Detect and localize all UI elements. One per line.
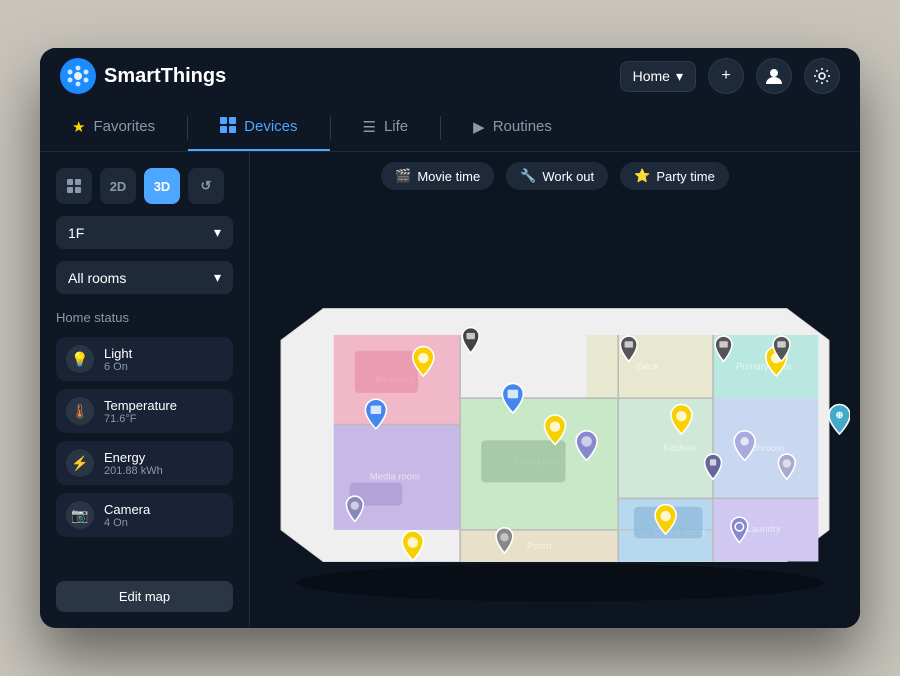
devices-label: Devices <box>244 118 297 135</box>
app-name: SmartThings <box>104 65 226 88</box>
svg-text:Kitchen: Kitchen <box>664 443 696 454</box>
home-selector[interactable]: Home ▾ <box>620 61 696 92</box>
light-label: Light <box>104 346 132 361</box>
energy-text: Energy 201.88 kWh <box>104 450 163 477</box>
status-item-light[interactable]: 💡 Light 6 On <box>56 337 233 381</box>
grid-view-btn[interactable] <box>56 168 92 204</box>
nav-tabs: ★ Favorites Devices ☰ Life <box>40 104 860 152</box>
floor-map-container: Media room Bedroom Living room Porch Din… <box>250 200 860 628</box>
floor-selector[interactable]: 1F ▾ <box>56 216 233 249</box>
status-item-camera[interactable]: 📷 Camera 4 On <box>56 493 233 537</box>
edit-map-button[interactable]: Edit map <box>56 581 233 612</box>
movie-icon: 🎬 <box>395 168 411 184</box>
status-item-temperature[interactable]: 🌡 Temperature 71.6°F <box>56 389 233 433</box>
map-area: 🎬 Movie time 🔧 Work out ⭐ Party time <box>250 152 860 628</box>
tab-favorites[interactable]: ★ Favorites <box>40 104 187 151</box>
devices-icon <box>220 117 236 137</box>
sidebar: 2D 3D ↺ 1F ▾ All rooms ▾ <box>40 152 250 628</box>
energy-label: Energy <box>104 450 163 465</box>
2d-label: 2D <box>110 179 127 194</box>
favorites-icon: ★ <box>72 118 85 136</box>
movie-label: Movie time <box>417 169 480 184</box>
room-selector[interactable]: All rooms ▾ <box>56 261 233 294</box>
add-button[interactable]: + <box>708 58 744 94</box>
quick-modes: 🎬 Movie time 🔧 Work out ⭐ Party time <box>250 152 860 200</box>
tab-routines[interactable]: ▶ Routines <box>441 104 584 151</box>
tv-screen: SmartThings Home ▾ + <box>40 48 860 628</box>
workout-icon: 🔧 <box>520 168 536 184</box>
floor-value: 1F <box>68 225 84 241</box>
floor-map: Media room Bedroom Living room Porch Din… <box>260 224 850 604</box>
header: SmartThings Home ▾ + <box>40 48 860 104</box>
party-icon: ⭐ <box>634 168 650 184</box>
profile-button[interactable] <box>756 58 792 94</box>
history-icon: ↺ <box>201 178 212 194</box>
settings-button[interactable] <box>804 58 840 94</box>
party-label: Party time <box>656 169 715 184</box>
work-out-btn[interactable]: 🔧 Work out <box>506 162 608 190</box>
view-controls: 2D 3D ↺ <box>56 168 233 204</box>
header-right: Home ▾ + <box>620 58 840 94</box>
light-icon: 💡 <box>66 345 94 373</box>
favorites-label: Favorites <box>93 118 155 135</box>
home-status-title: Home status <box>56 310 233 325</box>
temp-value: 71.6°F <box>104 413 177 425</box>
home-selector-chevron: ▾ <box>676 68 683 85</box>
room-value: All rooms <box>68 270 126 286</box>
temp-label: Temperature <box>104 398 177 413</box>
3d-label: 3D <box>154 179 171 194</box>
home-selector-label: Home <box>633 68 670 84</box>
workout-label: Work out <box>542 169 594 184</box>
svg-text:⊕: ⊕ <box>835 410 843 421</box>
tab-life[interactable]: ☰ Life <box>331 104 441 151</box>
svg-text:Deck: Deck <box>637 362 659 373</box>
floor-chevron: ▾ <box>214 224 221 241</box>
camera-value: 4 On <box>104 517 150 529</box>
logo-area: SmartThings <box>60 58 620 94</box>
2d-view-btn[interactable]: 2D <box>100 168 136 204</box>
light-value: 6 On <box>104 361 132 373</box>
energy-icon: ⚡ <box>66 449 94 477</box>
movie-time-btn[interactable]: 🎬 Movie time <box>381 162 494 190</box>
light-text: Light 6 On <box>104 346 132 373</box>
camera-text: Camera 4 On <box>104 502 150 529</box>
temp-text: Temperature 71.6°F <box>104 398 177 425</box>
life-label: Life <box>384 118 408 135</box>
svg-text:Porch: Porch <box>527 541 552 552</box>
camera-icon: 📷 <box>66 501 94 529</box>
temp-icon: 🌡 <box>66 397 94 425</box>
status-items: 💡 Light 6 On 🌡 Temperature 71.6°F <box>56 337 233 537</box>
life-icon: ☰ <box>363 118 376 136</box>
svg-text:Laundry: Laundry <box>746 524 780 535</box>
party-time-btn[interactable]: ⭐ Party time <box>620 162 729 190</box>
energy-value: 201.88 kWh <box>104 465 163 477</box>
routines-icon: ▶ <box>473 118 485 136</box>
main-content: 2D 3D ↺ 1F ▾ All rooms ▾ <box>40 152 860 628</box>
status-item-energy[interactable]: ⚡ Energy 201.88 kWh <box>56 441 233 485</box>
camera-label: Camera <box>104 502 150 517</box>
room-chevron: ▾ <box>214 269 221 286</box>
tv-frame: SmartThings Home ▾ + <box>40 48 860 628</box>
routines-label: Routines <box>493 118 552 135</box>
logo-icon <box>60 58 96 94</box>
svg-text:Media room: Media room <box>370 471 420 482</box>
tab-devices[interactable]: Devices <box>188 104 329 151</box>
3d-view-btn[interactable]: 3D <box>144 168 180 204</box>
history-view-btn[interactable]: ↺ <box>188 168 224 204</box>
